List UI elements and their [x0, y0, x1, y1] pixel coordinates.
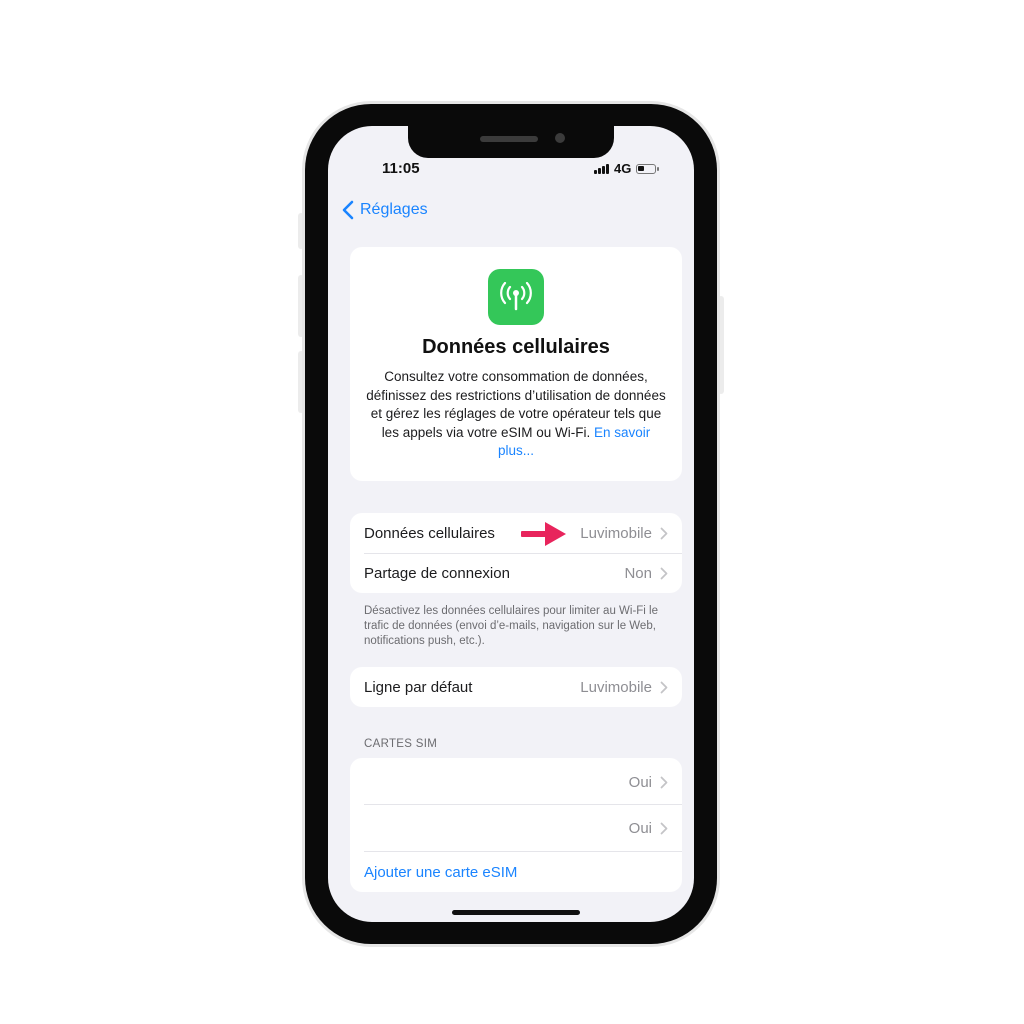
- volume-down-button: [298, 351, 304, 413]
- row-cellular-data[interactable]: Données cellulaires Luvimobile: [350, 513, 682, 553]
- notch: [408, 126, 614, 158]
- chevron-right-icon: [660, 776, 668, 788]
- section-header-sim: CARTES SIM: [364, 738, 438, 750]
- back-label: Réglages: [360, 201, 428, 218]
- sim-cards-group: Oui Oui Ajouter une carte eSIM: [350, 758, 682, 892]
- row-value: Oui: [628, 819, 652, 837]
- phone-frame: 11:05 4G Réglages Données cellulaires Co…: [305, 104, 717, 944]
- status-indicators: 4G: [594, 161, 660, 176]
- row-value: Oui: [628, 773, 652, 791]
- row-sim-2[interactable]: Oui: [350, 805, 682, 851]
- power-button: [718, 296, 724, 394]
- row-label: Ligne par défaut: [364, 678, 473, 696]
- status-time: 11:05: [382, 160, 420, 177]
- speaker: [480, 136, 538, 142]
- chevron-right-icon: [660, 681, 668, 693]
- camera: [555, 133, 565, 143]
- chevron-right-icon: [660, 822, 668, 834]
- battery-icon: [636, 163, 660, 174]
- row-personal-hotspot[interactable]: Partage de connexion Non: [350, 553, 682, 593]
- row-value: Luvimobile: [580, 524, 652, 542]
- row-default-line[interactable]: Ligne par défaut Luvimobile: [350, 667, 682, 707]
- row-sim-1[interactable]: Oui: [350, 760, 682, 804]
- default-line-group: Ligne par défaut Luvimobile: [350, 667, 682, 707]
- home-indicator[interactable]: [452, 910, 580, 915]
- phone-screen: 11:05 4G Réglages Données cellulaires Co…: [328, 126, 694, 922]
- cellular-footer-note: Désactivez les données cellulaires pour …: [364, 605, 659, 647]
- add-esim-label: Ajouter une carte eSIM: [364, 863, 518, 881]
- back-button[interactable]: Réglages: [342, 200, 428, 220]
- page-title: Données cellulaires: [422, 336, 610, 358]
- annotation-arrow-icon: [521, 522, 566, 546]
- network-type: 4G: [614, 161, 632, 176]
- chevron-right-icon: [660, 567, 668, 579]
- add-esim-button[interactable]: Ajouter une carte eSIM: [350, 852, 682, 892]
- info-card: Données cellulaires Consultez votre cons…: [350, 247, 682, 481]
- volume-up-button: [298, 275, 304, 337]
- silent-switch: [298, 213, 304, 249]
- chevron-right-icon: [660, 527, 668, 539]
- cellular-antenna-icon: [488, 269, 544, 325]
- row-value: Luvimobile: [580, 678, 652, 696]
- row-label: Partage de connexion: [364, 564, 510, 582]
- cellular-settings-group: Données cellulaires Luvimobile Partage d…: [350, 513, 682, 593]
- chevron-left-icon: [342, 200, 354, 220]
- row-value: Non: [624, 564, 652, 582]
- page-description: Consultez votre consommation de données,…: [364, 368, 668, 461]
- signal-icon: [594, 163, 609, 174]
